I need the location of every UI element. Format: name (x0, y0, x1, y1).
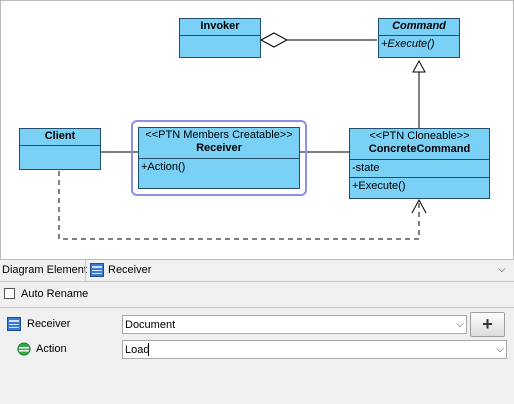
command-class[interactable]: Command +Execute() (378, 18, 460, 58)
diagram-element-label: Diagram Element (2, 264, 87, 276)
diagram-element-selector[interactable]: Diagram Element Receiver ⌵ (0, 260, 514, 282)
action-combo[interactable]: Load ⌵ (122, 340, 507, 359)
add-receiver-button[interactable]: + (470, 312, 505, 337)
receiver-selection-highlight (131, 120, 307, 196)
operation-icon (17, 342, 31, 359)
invoker-class-body (180, 36, 260, 57)
command-class-name: Command (379, 19, 459, 36)
client-class-body (20, 146, 100, 169)
properties-divider (0, 307, 514, 308)
concrete-command-class-name: ConcreteCommand (368, 143, 471, 155)
action-combo-value: Load (125, 344, 150, 356)
client-class-name: Client (20, 129, 100, 146)
concrete-command-attribute: -state (350, 160, 489, 178)
client-class[interactable]: Client (19, 128, 101, 170)
command-operation: +Execute() (381, 38, 435, 50)
concrete-command-header: <<PTN Cloneable>> ConcreteCommand (350, 129, 489, 160)
receiver-combo[interactable]: Document ⌵ (122, 315, 467, 334)
header-divider (85, 260, 86, 282)
auto-rename-checkbox[interactable] (4, 288, 15, 299)
diagram-element-value: Receiver (108, 264, 152, 276)
generalization-arrowhead (412, 59, 426, 73)
action-row-label: Action (36, 343, 67, 355)
receiver-combo-value: Document (125, 319, 176, 331)
class-icon (90, 263, 104, 280)
text-caret (148, 343, 149, 356)
concrete-command-operation: +Execute() (352, 180, 406, 192)
invoker-class[interactable]: Invoker (179, 18, 261, 58)
chevron-down-icon[interactable]: ⌵ (456, 319, 464, 330)
concrete-command-class[interactable]: <<PTN Cloneable>> ConcreteCommand -state… (349, 128, 490, 199)
chevron-down-icon[interactable]: ⌵ (496, 344, 504, 355)
class-icon (7, 317, 21, 334)
aggregation-diamond (259, 32, 289, 48)
invoker-class-name: Invoker (180, 19, 260, 36)
receiver-row-label: Receiver (27, 318, 71, 330)
concrete-command-stereotype: <<PTN Cloneable>> (369, 130, 470, 142)
auto-rename-label: Auto Rename (21, 288, 89, 300)
chevron-down-icon[interactable]: ⌵ (498, 264, 506, 275)
diagram-canvas[interactable]: Invoker Command +Execute() Client <<PTN … (0, 0, 514, 260)
